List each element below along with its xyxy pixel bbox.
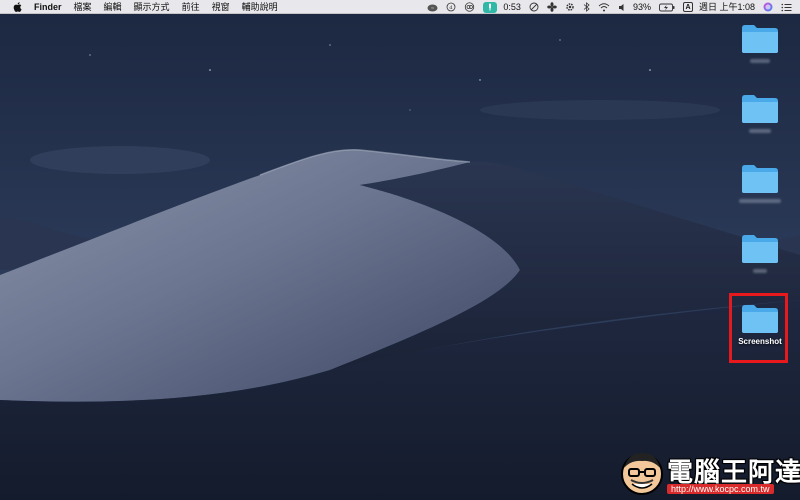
menu-app-finder[interactable]: Finder	[34, 0, 62, 14]
battery-percent[interactable]: 93%	[633, 0, 651, 14]
desktop-folder-3[interactable]	[730, 162, 790, 203]
creative-cloud-icon[interactable]	[464, 0, 475, 14]
wifi-icon[interactable]	[598, 0, 610, 14]
cloud-sync-icon[interactable]: ~	[427, 0, 438, 14]
desktop-folder-1[interactable]	[730, 22, 790, 63]
menu-go[interactable]: 前往	[182, 0, 200, 14]
site-watermark: 電腦王阿達 http://www.kocpc.com.tw	[619, 450, 800, 498]
highlight-annotation	[729, 293, 788, 363]
folder-label-blurred	[753, 269, 767, 273]
menu-bar: Finder 檔案 編輯 顯示方式 前往 視窗 輔助說明 ~ d 0:53 93…	[0, 0, 800, 14]
desktop-folder-2[interactable]	[730, 92, 790, 133]
folder-label-blurred	[739, 199, 781, 203]
folder-icon	[742, 25, 778, 53]
mascot-face-icon	[621, 452, 663, 495]
folder-icon	[742, 165, 778, 193]
keepingyouawake-icon[interactable]	[483, 1, 498, 13]
folder-label-blurred	[749, 129, 771, 133]
menu-help[interactable]: 輔助說明	[242, 0, 278, 14]
bluetooth-icon[interactable]	[583, 0, 590, 14]
dictionary-icon[interactable]: d	[446, 0, 456, 14]
menu-clock[interactable]: 週日 上午1:08	[699, 0, 755, 14]
folder-label-blurred	[750, 59, 770, 63]
battery-charging-icon[interactable]	[659, 0, 675, 14]
menu-view[interactable]: 顯示方式	[134, 0, 170, 14]
notification-center-icon[interactable]	[781, 0, 792, 14]
siri-icon[interactable]	[763, 0, 773, 14]
desktop-screen: Finder 檔案 編輯 顯示方式 前往 視窗 輔助說明 ~ d 0:53 93…	[0, 0, 800, 500]
desktop-wallpaper	[0, 0, 800, 500]
menu-edit[interactable]: 編輯	[104, 0, 122, 14]
blocked-sync-icon[interactable]	[529, 0, 539, 14]
svg-text:~: ~	[431, 5, 434, 10]
menu-file[interactable]: 檔案	[74, 0, 92, 14]
input-method-indicator[interactable]: A	[682, 2, 693, 12]
folder-icon	[742, 235, 778, 263]
volume-icon[interactable]	[618, 0, 627, 14]
settings-gear-icon[interactable]	[565, 0, 575, 14]
desktop-folder-4[interactable]	[730, 232, 790, 273]
folder-icon	[742, 95, 778, 123]
watermark-url: http://www.kocpc.com.tw	[667, 484, 774, 494]
fan-icon[interactable]	[547, 0, 557, 14]
menu-window[interactable]: 視窗	[212, 0, 230, 14]
svg-text:d: d	[450, 5, 454, 11]
apple-logo-icon[interactable]	[12, 1, 22, 13]
timer-readout[interactable]: 0:53	[503, 0, 521, 14]
